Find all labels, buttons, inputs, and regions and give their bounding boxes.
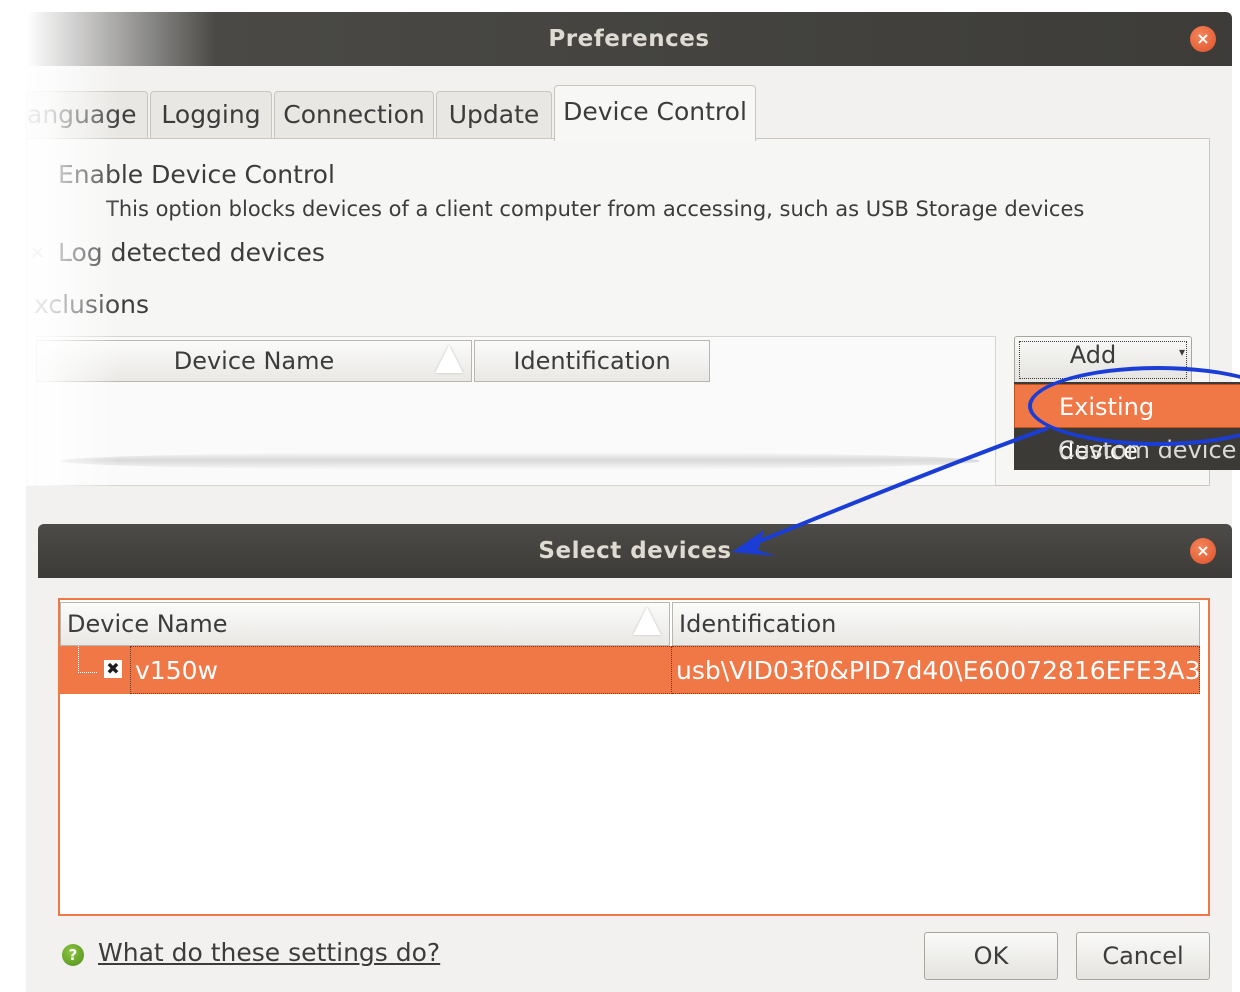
exclusions-header-identification[interactable]: Identification [474, 340, 710, 382]
log-detected-devices-checkbox[interactable]: Log detected devices [58, 238, 325, 267]
exclusions-header-device-name-label: Device Name [173, 347, 335, 375]
device-list-header-device-name[interactable]: Device Name [60, 602, 670, 646]
enable-device-control-checkbox[interactable]: Enable Device Control [58, 160, 335, 189]
table-shadow-artifact [60, 452, 980, 470]
preferences-close-icon[interactable]: × [1190, 26, 1216, 52]
add-button[interactable]: Add ▾ [1014, 336, 1192, 384]
select-devices-body: Device Name Identification ✖ v150w usb\V… [38, 578, 1232, 992]
select-devices-close-icon[interactable]: × [1190, 538, 1216, 564]
dropdown-caret-icon: ▾ [1178, 345, 1185, 359]
cancel-button[interactable]: Cancel [1076, 932, 1210, 980]
device-identification-cell: usb\VID03f0&PID7d40\E60072816EFE3A39 [672, 646, 1200, 694]
select-devices-dialog: Select devices × Device Name Identificat… [38, 524, 1232, 992]
add-button-label: Add [1069, 341, 1117, 369]
log-checkbox-icon[interactable]: × [30, 242, 45, 263]
add-dropdown-menu: Existing device Custom device [1014, 382, 1240, 470]
tab-connection[interactable]: Connection [274, 91, 434, 139]
tab-logging[interactable]: Logging [150, 91, 272, 139]
menu-item-custom-device[interactable]: Custom device [1014, 428, 1240, 472]
tab-language[interactable]: anguage [26, 91, 148, 139]
device-list-header-identification[interactable]: Identification [672, 602, 1200, 646]
ok-button[interactable]: OK [924, 932, 1058, 980]
select-devices-titlebar[interactable]: Select devices × [38, 524, 1232, 578]
preferences-title: Preferences [548, 26, 710, 52]
checkbox-checked-icon[interactable]: ✖ [104, 660, 122, 678]
sort-ascending-icon [633, 607, 661, 635]
preferences-titlebar[interactable]: Preferences × [26, 12, 1232, 66]
help-icon[interactable]: ? [62, 944, 84, 966]
tab-device-control[interactable]: Device Control [554, 85, 756, 141]
device-list-header-device-name-label: Device Name [67, 610, 228, 638]
help-link[interactable]: What do these settings do? [98, 938, 440, 967]
exclusions-header-device-name[interactable]: Device Name [36, 340, 472, 382]
select-devices-title: Select devices [538, 538, 732, 564]
enable-device-control-description: This option blocks devices of a client c… [106, 197, 1085, 221]
exclusions-label: xclusions [34, 290, 150, 319]
device-name-cell: v150w [130, 646, 672, 694]
device-list[interactable]: Device Name Identification ✖ v150w usb\V… [58, 598, 1210, 916]
table-row[interactable]: ✖ v150w usb\VID03f0&PID7d40\E60072816EFE… [60, 646, 1200, 694]
tab-update[interactable]: Update [436, 91, 552, 139]
tree-connector [78, 646, 97, 673]
menu-item-existing-device[interactable]: Existing device [1014, 384, 1240, 465]
sort-ascending-icon [435, 345, 463, 373]
